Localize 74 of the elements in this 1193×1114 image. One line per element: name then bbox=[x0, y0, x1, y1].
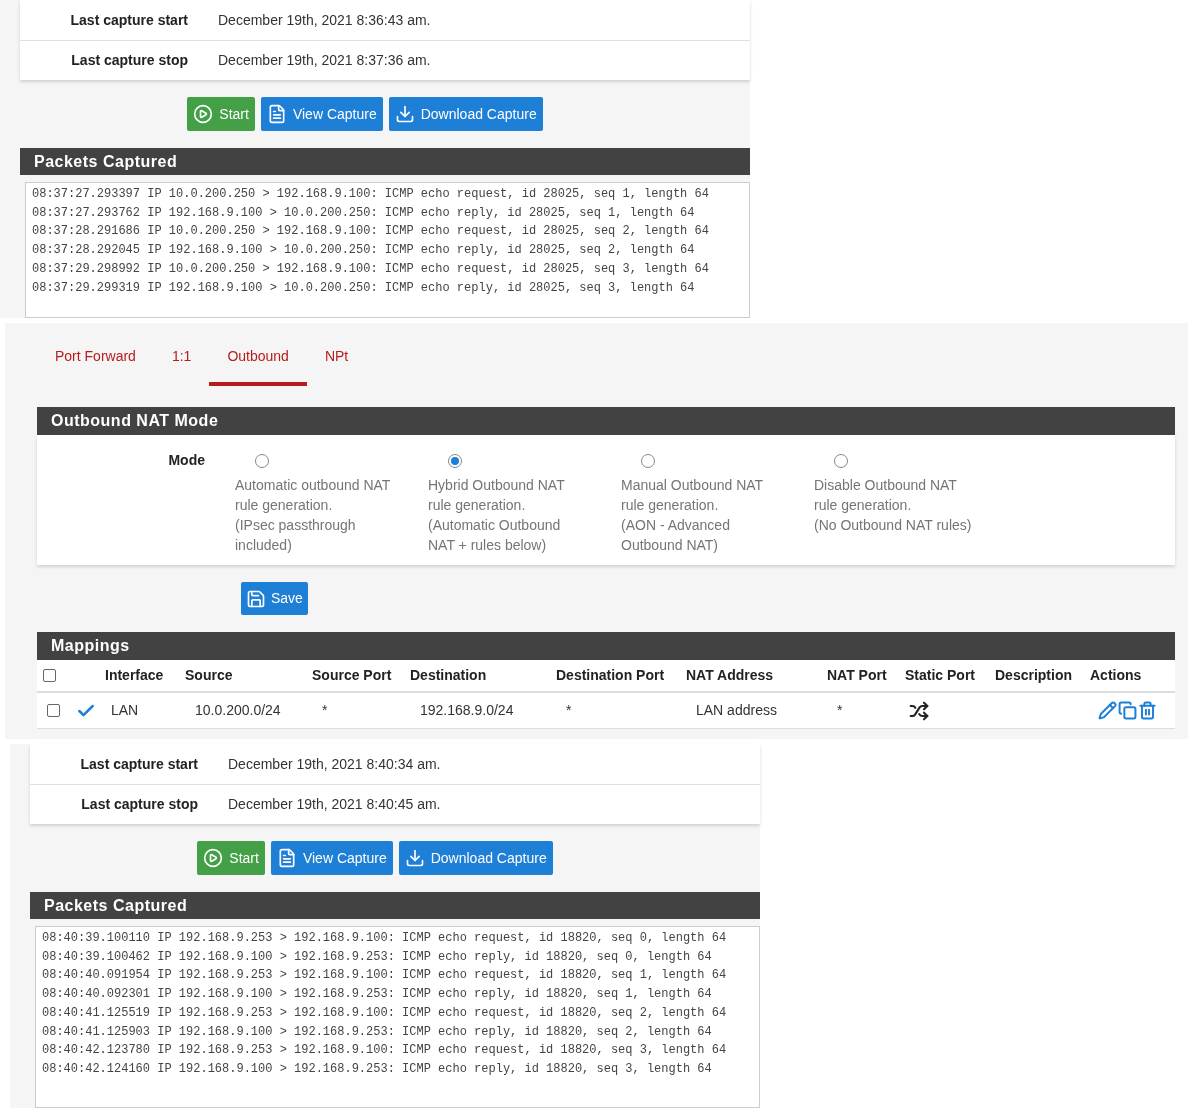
log-line: 08:40:40.091954 IP 192.168.9.253 > 192.168.9.100: ICMP echo request, id 18820, seq 1, length 64 bbox=[42, 967, 728, 985]
table-cell-text: LAN address bbox=[695, 701, 778, 720]
radio-label: Disable Outbound NAT rule generation. (No Outbound NAT rules) bbox=[814, 476, 973, 535]
table-cell-text: * bbox=[565, 701, 573, 720]
column-header: Interface bbox=[105, 666, 165, 685]
log-line: 08:37:27.293762 IP 192.168.9.100 > 10.0.200.250: ICMP echo reply, id 28025, seq 1, length 64 bbox=[32, 204, 696, 222]
field-label: Last capture start bbox=[79, 754, 198, 774]
radio-label: Automatic outbound NAT rule generation. (IPsec passthrough included) bbox=[235, 476, 392, 555]
column-header: NAT Address bbox=[686, 666, 775, 685]
download-icon bbox=[394, 104, 415, 124]
column-header: Description bbox=[995, 666, 1073, 685]
start-button[interactable]: Start bbox=[187, 97, 255, 131]
start-button[interactable]: Start bbox=[197, 841, 265, 875]
column-header: Source Port bbox=[312, 666, 393, 685]
radio-button[interactable] bbox=[641, 454, 655, 468]
column-header: Source bbox=[185, 666, 234, 685]
delete-icon[interactable] bbox=[1138, 701, 1157, 720]
radio-label: Manual Outbound NAT rule generation. (AON - Advanced Outbound NAT) bbox=[621, 476, 765, 555]
log-line: 08:40:42.123780 IP 192.168.9.253 > 192.168.9.100: ICMP echo request, id 18820, seq 3, length 64 bbox=[42, 1042, 728, 1060]
checkbox[interactable] bbox=[43, 669, 56, 682]
column-header: Destination Port bbox=[556, 666, 666, 685]
log-line: 08:37:27.293397 IP 10.0.200.250 > 192.168.9.100: ICMP echo request, id 28025, seq 1, length 64 bbox=[32, 186, 710, 203]
edit-icon[interactable] bbox=[1098, 701, 1117, 720]
field-label: Mode bbox=[167, 451, 205, 470]
nat-tab[interactable]: 1:1 bbox=[153, 330, 210, 386]
copy-icon[interactable] bbox=[1118, 701, 1137, 720]
field-label: Last capture start bbox=[69, 10, 188, 30]
field-value: December 19th, 2021 8:40:45 am. bbox=[228, 795, 441, 814]
field-label: Last capture stop bbox=[80, 795, 198, 814]
field-value: December 19th, 2021 8:36:43 am. bbox=[218, 10, 431, 30]
section-header: Packets Captured bbox=[30, 892, 760, 919]
column-header: NAT Port bbox=[827, 666, 888, 685]
log-line: 08:37:29.299319 IP 192.168.9.100 > 10.0.200.250: ICMP echo reply, id 28025, seq 3, length 64 bbox=[32, 279, 696, 297]
table-cell-text: * bbox=[836, 701, 844, 720]
nat-tab[interactable]: Outbound bbox=[209, 330, 307, 386]
log-line: 08:37:28.292045 IP 192.168.9.100 > 10.0.200.250: ICMP echo reply, id 28025, seq 2, length 64 bbox=[32, 242, 696, 260]
log-line: 08:40:41.125903 IP 192.168.9.100 > 192.168.9.253: ICMP echo reply, id 18820, seq 2, length 64 bbox=[42, 1023, 713, 1041]
nat-tab[interactable]: NPt bbox=[306, 330, 367, 386]
download-button[interactable]: Download Capture bbox=[398, 841, 553, 875]
play-icon bbox=[193, 104, 214, 124]
log-line: 08:37:29.298992 IP 10.0.200.250 > 192.168.9.100: ICMP echo request, id 28025, seq 3, length 64 bbox=[32, 260, 710, 278]
column-header: Actions bbox=[1090, 666, 1143, 685]
nat-tab[interactable]: Port Forward bbox=[37, 330, 154, 386]
radio-button[interactable] bbox=[448, 454, 462, 468]
table-cell-text: 192.168.9.0/24 bbox=[419, 701, 515, 720]
log-line: 08:37:28.291686 IP 10.0.200.250 > 192.168.9.100: ICMP echo request, id 28025, seq 2, length 64 bbox=[32, 223, 710, 241]
column-header: Static Port bbox=[905, 666, 976, 685]
play-icon bbox=[203, 848, 224, 868]
save-icon bbox=[246, 588, 266, 609]
table-cell-text: 10.0.200.0/24 bbox=[194, 701, 282, 720]
section-header: Packets Captured bbox=[20, 148, 750, 175]
field-label: Last capture stop bbox=[70, 51, 188, 70]
radio-button[interactable] bbox=[255, 454, 269, 468]
table-cell-text: * bbox=[321, 701, 329, 720]
radio-button[interactable] bbox=[834, 454, 848, 468]
log-line: 08:40:41.125519 IP 192.168.9.253 > 192.168.9.100: ICMP echo request, id 18820, seq 2, length 64 bbox=[42, 1004, 728, 1022]
shuffle-icon bbox=[909, 700, 929, 721]
section-header: Mappings bbox=[37, 632, 1175, 660]
view-button[interactable]: View Capture bbox=[260, 97, 383, 131]
save-button[interactable]: Save bbox=[241, 582, 308, 615]
log-line: 08:40:42.124160 IP 192.168.9.100 > 192.168.9.253: ICMP echo reply, id 18820, seq 3, length 64 bbox=[42, 1060, 713, 1078]
field-value: December 19th, 2021 8:37:36 am. bbox=[218, 51, 431, 70]
view-button[interactable]: View Capture bbox=[270, 841, 393, 875]
checkbox[interactable] bbox=[47, 704, 60, 717]
download-icon bbox=[404, 848, 425, 868]
field-value: December 19th, 2021 8:40:34 am. bbox=[228, 754, 441, 774]
log-line: 08:40:40.092301 IP 192.168.9.100 > 192.168.9.253: ICMP echo reply, id 18820, seq 1, length 64 bbox=[42, 986, 713, 1004]
radio-label: Hybrid Outbound NAT rule generation. (Automatic Outbound NAT + rules below) bbox=[428, 476, 566, 555]
column-header: Destination bbox=[410, 666, 488, 685]
log-line: 08:40:39.100110 IP 192.168.9.253 > 192.168.9.100: ICMP echo request, id 18820, seq 0, length 64 bbox=[42, 930, 728, 947]
download-button[interactable]: Download Capture bbox=[388, 97, 543, 131]
table-cell-text: LAN bbox=[110, 701, 140, 720]
log-line: 08:40:39.100462 IP 192.168.9.100 > 192.168.9.253: ICMP echo reply, id 18820, seq 0, length 64 bbox=[42, 948, 713, 966]
section-header: Outbound NAT Mode bbox=[37, 407, 1175, 435]
